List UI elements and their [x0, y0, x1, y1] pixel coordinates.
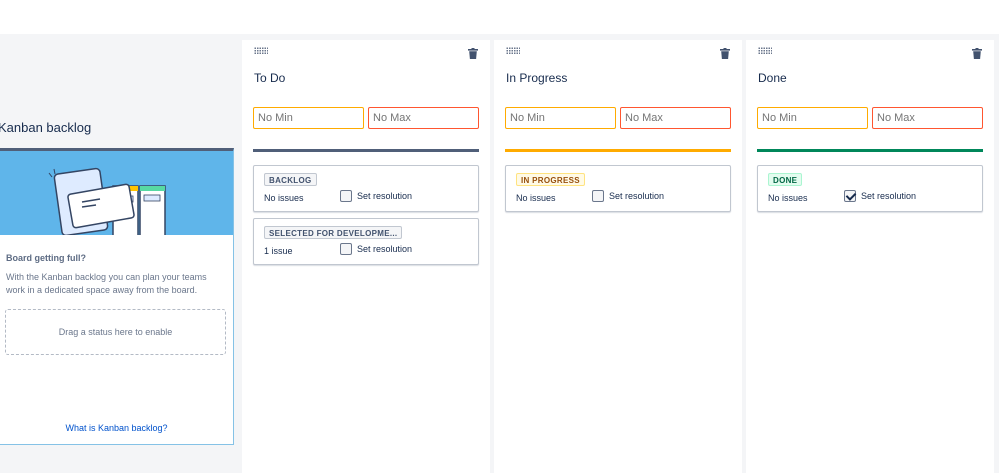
set-resolution-toggle[interactable]: Set resolution [340, 243, 412, 255]
status-card-backlog[interactable]: BACKLOG No issues Set resolution [253, 165, 479, 212]
kanban-board-illustration [0, 151, 233, 235]
column-name: Done [758, 71, 787, 85]
what-is-kanban-backlog-link[interactable]: What is Kanban backlog? [0, 423, 233, 433]
column-min-input[interactable] [505, 107, 616, 129]
column-to-do: To Do BACKLOG No issues Set resolution S… [242, 40, 490, 473]
trash-icon[interactable] [468, 48, 478, 59]
backlog-heading: Board getting full? [6, 253, 86, 263]
status-lozenge: DONE [768, 173, 803, 186]
status-card-done[interactable]: DONE No issues Set resolution [757, 165, 983, 212]
column-min-input[interactable] [253, 107, 364, 129]
column-max-input[interactable] [368, 107, 479, 129]
issues-count: No issues [768, 193, 808, 203]
trash-icon[interactable] [972, 48, 982, 59]
backlog-dropzone[interactable]: Drag a status here to enable [5, 309, 226, 355]
drag-handle-icon[interactable] [506, 47, 520, 55]
column-in-progress: In Progress IN PROGRESS No issues Set re… [494, 40, 742, 473]
set-resolution-toggle[interactable]: Set resolution [844, 190, 916, 202]
set-resolution-toggle[interactable]: Set resolution [340, 190, 412, 202]
set-resolution-label: Set resolution [609, 191, 665, 201]
issues-count: 1 issue [264, 246, 293, 256]
status-lozenge: SELECTED FOR DEVELOPME... [264, 226, 403, 239]
column-divider [253, 149, 479, 152]
set-resolution-checkbox[interactable] [340, 190, 352, 202]
set-resolution-label: Set resolution [861, 191, 917, 201]
kanban-backlog-card: Board getting full? With the Kanban back… [0, 148, 234, 445]
backlog-description: With the Kanban backlog you can plan you… [6, 272, 207, 295]
set-resolution-toggle[interactable]: Set resolution [592, 190, 664, 202]
column-done: Done DONE No issues Set resolution [746, 40, 994, 473]
column-name: To Do [254, 71, 286, 85]
kanban-backlog-title: Kanban backlog [0, 120, 92, 135]
drag-handle-icon[interactable] [254, 47, 268, 55]
column-divider [505, 149, 731, 152]
column-min-input[interactable] [757, 107, 868, 129]
set-resolution-checkbox[interactable] [340, 243, 352, 255]
column-max-input[interactable] [872, 107, 983, 129]
column-name: In Progress [506, 71, 568, 85]
set-resolution-label: Set resolution [357, 191, 413, 201]
set-resolution-label: Set resolution [357, 244, 413, 254]
drag-handle-icon[interactable] [758, 47, 772, 55]
status-card-selected-for-development[interactable]: SELECTED FOR DEVELOPME... 1 issue Set re… [253, 218, 479, 265]
status-card-in-progress[interactable]: IN PROGRESS No issues Set resolution [505, 165, 731, 212]
issues-count: No issues [516, 193, 556, 203]
column-divider [757, 149, 983, 152]
status-lozenge: IN PROGRESS [516, 173, 585, 186]
trash-icon[interactable] [720, 48, 730, 59]
issues-count: No issues [264, 193, 304, 203]
dropzone-text: Drag a status here to enable [58, 327, 173, 337]
set-resolution-checkbox[interactable] [592, 190, 604, 202]
column-max-input[interactable] [620, 107, 731, 129]
set-resolution-checkbox[interactable] [844, 190, 856, 202]
status-lozenge: BACKLOG [264, 173, 317, 186]
